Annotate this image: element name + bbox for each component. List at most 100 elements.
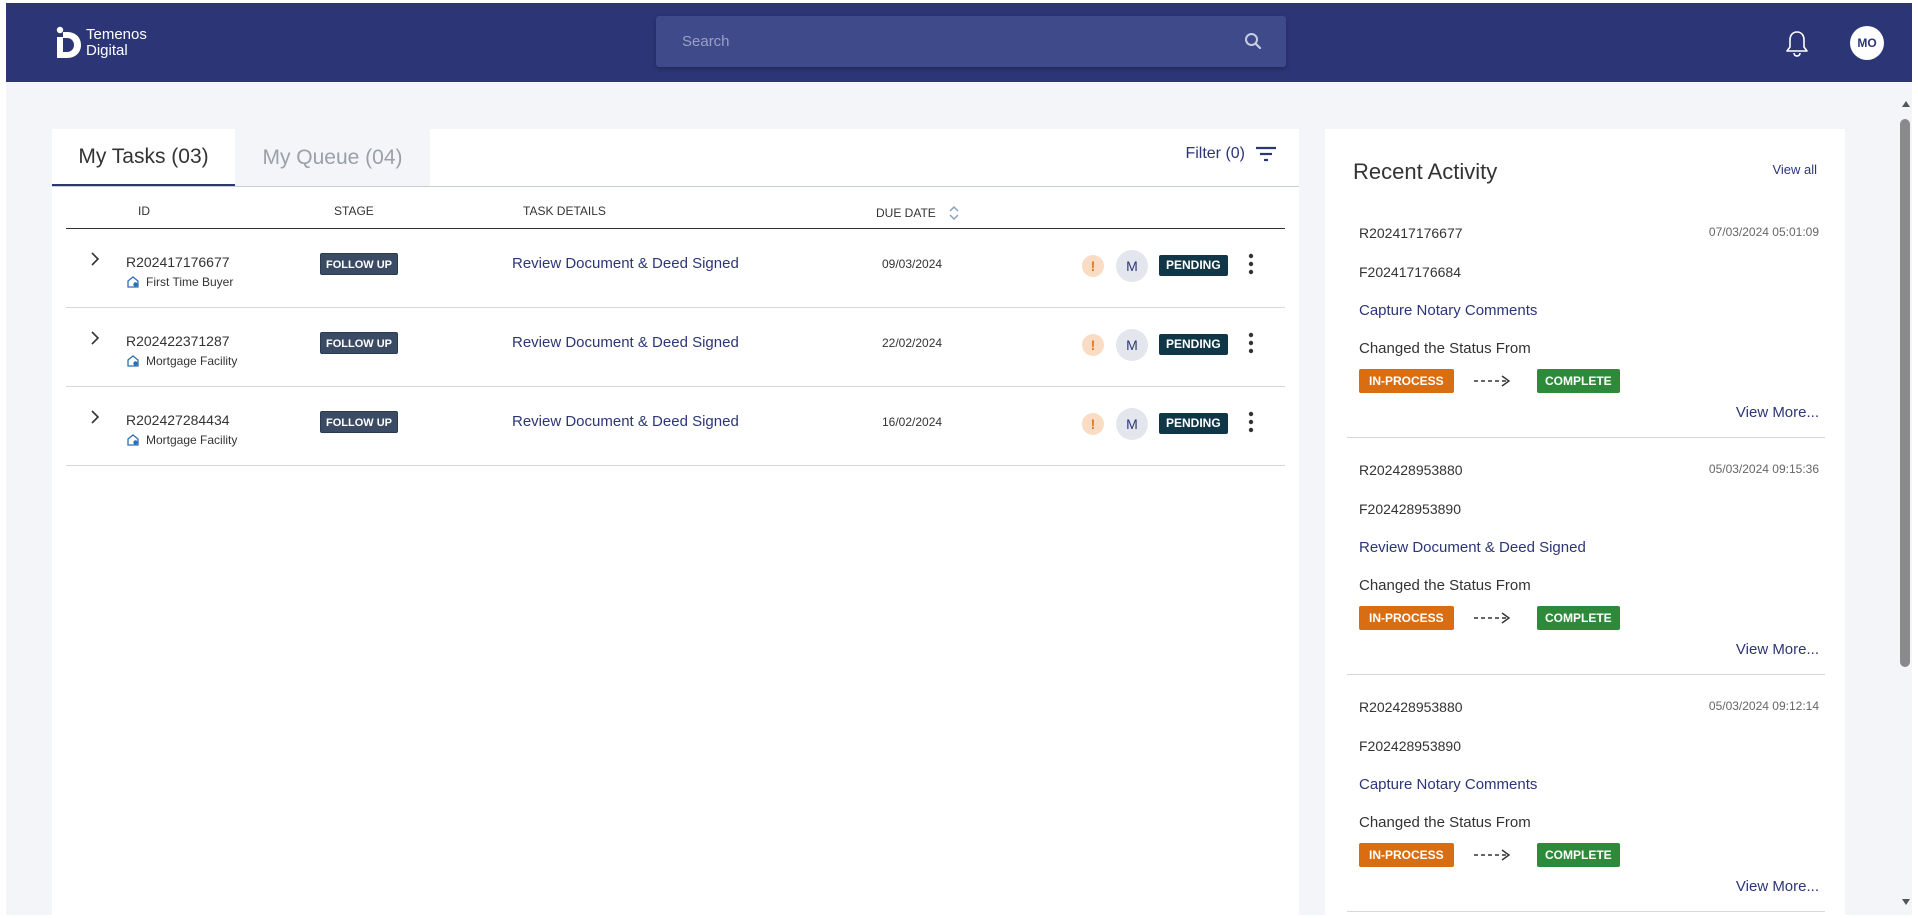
- priority-alert-icon: !: [1082, 413, 1104, 435]
- tab-my-tasks[interactable]: My Tasks (03): [52, 129, 235, 186]
- activity-task: Capture Notary Comments: [1359, 302, 1538, 319]
- status-badge: PENDING: [1159, 413, 1228, 434]
- row-id: R202427284434: [126, 412, 230, 428]
- home-loan-icon: [127, 276, 139, 288]
- scrollbar-thumb[interactable]: [1900, 119, 1910, 667]
- expand-chevron-icon[interactable]: [88, 408, 102, 431]
- task-link[interactable]: Review Document & Deed Signed: [512, 413, 739, 430]
- activity-task: Capture Notary Comments: [1359, 776, 1538, 793]
- kebab-menu-icon[interactable]: [1248, 332, 1254, 359]
- table-row[interactable]: R202417176677 First Time Buyer FOLLOW UP…: [66, 229, 1285, 308]
- col-header-id: ID: [138, 204, 150, 218]
- bell-icon[interactable]: [1784, 29, 1810, 62]
- tasks-panel: My Tasks (03) My Queue (04) Filter (0) I…: [52, 129, 1299, 915]
- sort-icon[interactable]: [948, 204, 960, 222]
- priority-alert-icon: !: [1082, 255, 1104, 277]
- row-id: R202417176677: [126, 254, 230, 270]
- dashed-arrow-icon: [1473, 847, 1513, 868]
- col-header-task-details: TASK DETAILS: [523, 204, 606, 218]
- col-header-due-date[interactable]: DUE DATE: [876, 204, 960, 222]
- table-row[interactable]: R202422371287 Mortgage Facility FOLLOW U…: [66, 308, 1285, 387]
- view-more-link[interactable]: View More...: [1736, 878, 1819, 895]
- scroll-down-arrow-icon[interactable]: [1901, 893, 1911, 911]
- assignee-badge[interactable]: M: [1116, 329, 1148, 361]
- home-loan-icon: [127, 434, 139, 446]
- logo-text: Temenos Digital: [86, 27, 147, 59]
- filter-button[interactable]: Filter (0): [1185, 145, 1277, 163]
- assignee-badge[interactable]: M: [1116, 408, 1148, 440]
- activity-item: R202428953880 05/03/2024 09:12:14 F20242…: [1347, 675, 1825, 912]
- tab-my-queue[interactable]: My Queue (04): [235, 129, 430, 186]
- dashed-arrow-icon: [1473, 610, 1513, 631]
- activity-id: R202428953880: [1359, 462, 1463, 478]
- logo-mark-icon: [54, 25, 84, 61]
- activity-facility-id: F202417176684: [1359, 264, 1461, 280]
- due-date-label: DUE DATE: [876, 206, 936, 220]
- due-date: 22/02/2024: [882, 336, 943, 350]
- activity-task: Review Document & Deed Signed: [1359, 539, 1586, 556]
- view-more-link[interactable]: View More...: [1736, 641, 1819, 658]
- app-frame: Temenos Digital MO My Tasks (03) M: [6, 3, 1912, 915]
- view-all-link[interactable]: View all: [1772, 162, 1817, 177]
- stage-badge: FOLLOW UP: [320, 332, 398, 354]
- due-date: 09/03/2024: [882, 257, 943, 271]
- search-input[interactable]: [656, 16, 1216, 67]
- status-badge: PENDING: [1159, 334, 1228, 355]
- stage-badge: FOLLOW UP: [320, 411, 398, 433]
- activity-facility-id: F202428953890: [1359, 501, 1461, 517]
- temenos-logo[interactable]: Temenos Digital: [54, 25, 147, 61]
- activity-description: Changed the Status From: [1359, 577, 1531, 594]
- filter-icon: [1256, 146, 1276, 162]
- home-loan-icon: [127, 355, 139, 367]
- status-from-badge: IN-PROCESS: [1359, 606, 1454, 630]
- search-box: [656, 16, 1286, 67]
- activity-item: R202417176677 07/03/2024 05:01:09 F20241…: [1347, 201, 1825, 438]
- top-header: Temenos Digital MO: [6, 3, 1912, 82]
- activity-description: Changed the Status From: [1359, 814, 1531, 831]
- due-date: 16/02/2024: [882, 415, 943, 429]
- task-tabs: My Tasks (03) My Queue (04) Filter (0): [52, 129, 1299, 186]
- user-avatar[interactable]: MO: [1850, 26, 1884, 60]
- status-to-badge: COMPLETE: [1537, 843, 1620, 867]
- row-product-label: Mortgage Facility: [146, 354, 238, 368]
- activity-id: R202428953880: [1359, 699, 1463, 715]
- row-product: Mortgage Facility: [126, 433, 237, 447]
- task-link[interactable]: Review Document & Deed Signed: [512, 334, 739, 351]
- kebab-menu-icon[interactable]: [1248, 253, 1254, 280]
- status-badge: PENDING: [1159, 255, 1228, 276]
- status-to-badge: COMPLETE: [1537, 369, 1620, 393]
- search-icon[interactable]: [1244, 32, 1262, 55]
- priority-alert-icon: !: [1082, 334, 1104, 356]
- activity-facility-id: F202428953890: [1359, 738, 1461, 754]
- view-more-link[interactable]: View More...: [1736, 404, 1819, 421]
- assignee-badge[interactable]: M: [1116, 250, 1148, 282]
- kebab-menu-icon[interactable]: [1248, 411, 1254, 438]
- status-from-badge: IN-PROCESS: [1359, 369, 1454, 393]
- status-to-badge: COMPLETE: [1537, 606, 1620, 630]
- status-from-badge: IN-PROCESS: [1359, 843, 1454, 867]
- col-header-stage: STAGE: [334, 204, 374, 218]
- expand-chevron-icon[interactable]: [88, 329, 102, 352]
- row-product-label: Mortgage Facility: [146, 433, 238, 447]
- logo-line1: Temenos: [86, 26, 147, 43]
- activity-id: R202417176677: [1359, 225, 1463, 241]
- page-scrollbar[interactable]: [1898, 89, 1912, 915]
- table-row[interactable]: R202427284434 Mortgage Facility FOLLOW U…: [66, 387, 1285, 466]
- logo-line2: Digital: [86, 42, 128, 59]
- dashed-arrow-icon: [1473, 373, 1513, 394]
- row-product: First Time Buyer: [126, 275, 233, 289]
- row-product: Mortgage Facility: [126, 354, 237, 368]
- activity-description: Changed the Status From: [1359, 340, 1531, 357]
- activity-timestamp: 07/03/2024 05:01:09: [1708, 225, 1819, 239]
- task-link[interactable]: Review Document & Deed Signed: [512, 255, 739, 272]
- filter-label: Filter (0): [1185, 145, 1245, 162]
- activity-timestamp: 05/03/2024 09:15:36: [1708, 462, 1819, 476]
- expand-chevron-icon[interactable]: [88, 250, 102, 273]
- recent-activity-title: Recent Activity: [1353, 159, 1498, 184]
- scroll-up-arrow-icon[interactable]: [1901, 95, 1911, 113]
- row-product-label: First Time Buyer: [146, 275, 234, 289]
- row-id: R202422371287: [126, 333, 230, 349]
- recent-activity-panel: Recent Activity View all R202417176677 0…: [1325, 129, 1845, 915]
- stage-badge: FOLLOW UP: [320, 253, 398, 275]
- activity-item: R202428953880 05/03/2024 09:15:36 F20242…: [1347, 438, 1825, 675]
